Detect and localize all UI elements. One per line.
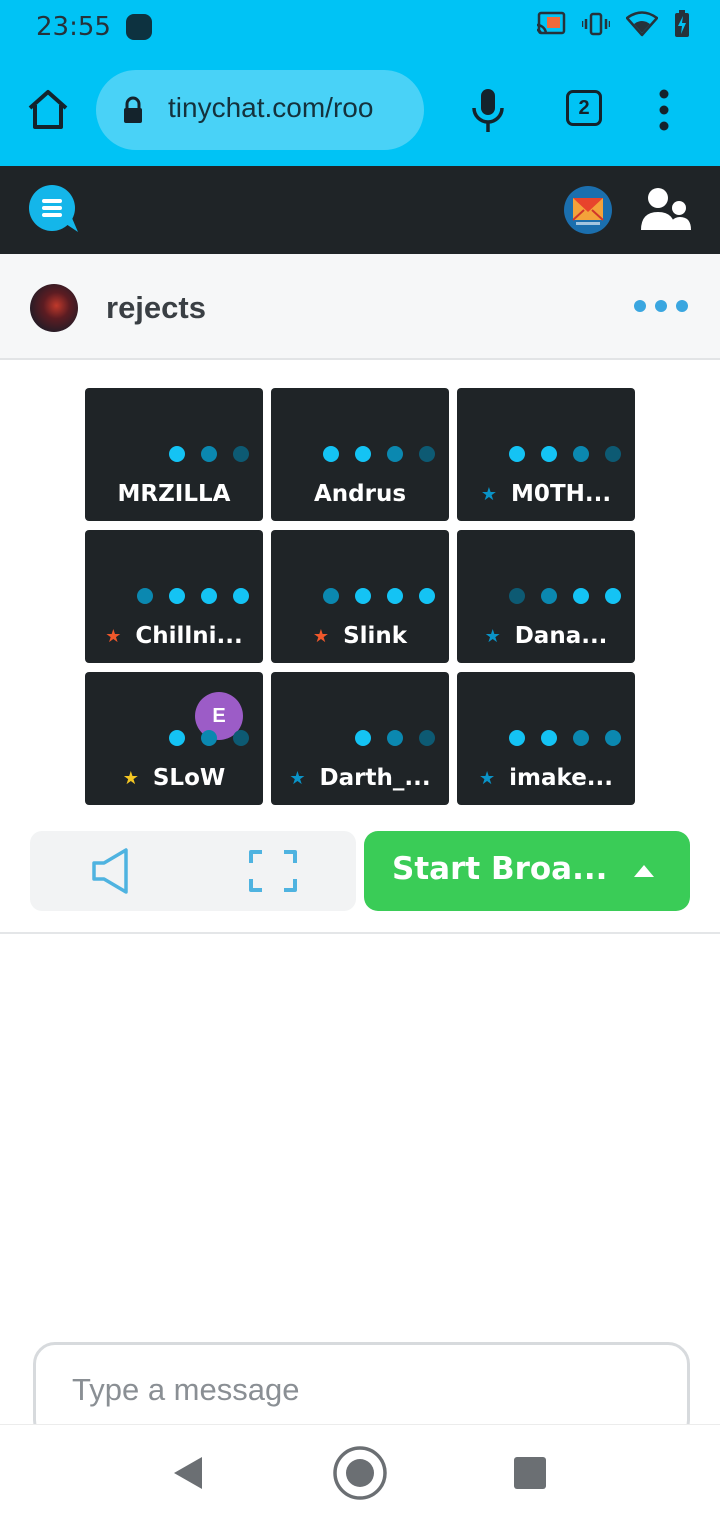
loading-dots-icon [323,446,435,462]
tile-username: SLoW [152,765,226,791]
fullscreen-icon[interactable] [248,849,298,893]
mic-icon[interactable] [466,86,510,134]
tile-username: Chillni... [135,623,243,649]
home-nav-icon[interactable] [332,1445,388,1501]
video-tile[interactable]: ★ Darth_... [271,672,449,805]
loading-dots-icon [169,730,249,746]
back-icon[interactable] [170,1455,206,1491]
caret-up-icon[interactable] [634,865,654,877]
more-options-icon[interactable] [634,300,688,312]
users-icon[interactable] [640,186,692,234]
loading-dots-icon [509,446,621,462]
recent-apps-icon[interactable] [514,1457,546,1489]
tile-label: ★ Chillni... [85,623,263,649]
tile-label: ★ Slink [271,623,449,649]
battery-charging-icon [675,10,689,37]
tile-username: imake... [509,765,613,791]
wifi-icon [626,11,658,37]
tile-username: MRZILLA [117,481,231,507]
star-icon: ★ [105,626,122,646]
loading-dots-icon [169,446,249,462]
star-icon: ★ [479,768,496,788]
loading-dots-icon [509,730,621,746]
url-text: tinychat.com/roo [168,92,374,123]
loading-dots-icon [137,588,249,604]
lock-icon [124,96,142,123]
tile-username: Slink [343,623,408,649]
url-bar[interactable]: tinychat.com/roo [96,70,424,150]
tile-username: Andrus [313,481,407,507]
room-name: rejects [106,290,206,325]
loading-dots-icon [323,588,435,604]
video-grid: MRZILLA Andrus ★ M0TH... ★ Chillni... ★ Slink ★ D… [85,388,635,805]
star-icon: ★ [480,484,498,504]
status-time: 23:55 [36,12,111,42]
video-tile[interactable]: ★ M0TH... [457,388,635,521]
system-nav-bar [0,1424,720,1520]
tabs-icon[interactable]: 2 [566,90,602,126]
tile-label: ★ imake... [457,765,635,791]
chat-logo-icon[interactable] [28,184,80,236]
tile-label: ★ Dana... [457,623,635,649]
status-icons [536,10,690,38]
loading-dots-icon [355,730,435,746]
video-tile[interactable]: MRZILLA [85,388,263,521]
app-screen: 23:55 tinychat.com/roo 2 rejects MRZILLA… [0,0,720,1520]
notification-dot-icon [126,14,152,40]
star-icon: ★ [484,626,501,646]
media-controls [30,831,356,911]
message-input[interactable] [72,1369,632,1411]
loading-dots-icon [509,588,621,604]
profile-avatar[interactable] [564,186,612,234]
app-header [0,166,720,254]
vibrate-icon [582,12,610,36]
tile-label: ★ Darth_... [271,765,449,791]
tile-label: ★ SLoW [85,765,263,791]
tile-label: MRZILLA [85,481,263,507]
chat-messages-area[interactable] [0,934,720,1334]
tile-label: ★ M0TH... [457,481,635,507]
tile-username: Darth_... [319,765,431,791]
start-broadcast-button[interactable]: Start Broa... [364,831,690,911]
room-header: rejects [0,254,720,360]
video-tile[interactable]: ★ Slink [271,530,449,663]
broadcast-label: Start Broa... [392,851,608,887]
video-tile[interactable]: E ★ SLoW [85,672,263,805]
room-avatar[interactable] [30,284,78,332]
menu-icon[interactable] [650,86,678,134]
video-tile[interactable]: ★ imake... [457,672,635,805]
cast-icon [536,11,566,35]
video-tile[interactable]: ★ Chillni... [85,530,263,663]
star-icon: ★ [312,626,330,646]
tile-username: M0TH... [511,481,612,507]
status-bar: 23:55 [0,0,720,56]
tile-label: Andrus [271,481,449,507]
speaker-icon[interactable] [90,847,130,895]
star-icon: ★ [289,768,306,788]
star-icon: ★ [122,768,139,788]
video-tile[interactable]: Andrus [271,388,449,521]
home-icon[interactable] [24,86,72,134]
mail-logo-icon [572,198,604,225]
browser-toolbar: tinychat.com/roo 2 [0,56,720,166]
tile-username: Dana... [514,623,608,649]
video-tile[interactable]: ★ Dana... [457,530,635,663]
